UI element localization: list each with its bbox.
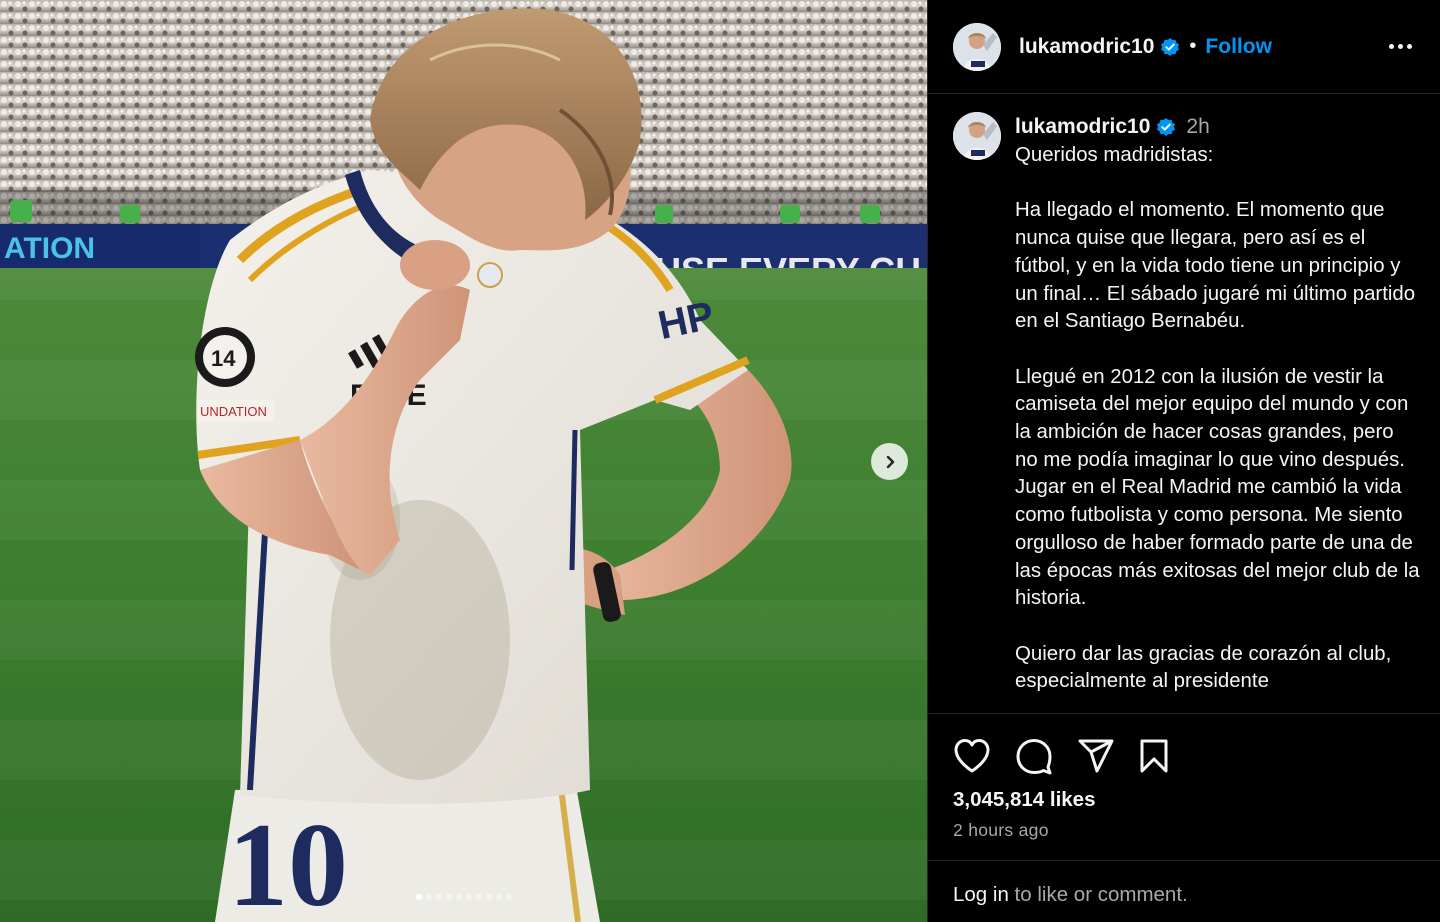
carousel-dot xyxy=(475,894,482,900)
verified-badge-icon xyxy=(1156,117,1176,137)
post-side-panel: lukamodric10 • Follow lukamodric10 2h Qu… xyxy=(927,0,1440,922)
login-prompt: Log in to like or comment. xyxy=(928,860,1440,922)
caption-body: lukamodric10 2h Queridos madridistas: Ha… xyxy=(1015,112,1420,696)
post-header: lukamodric10 • Follow xyxy=(928,0,1440,94)
post-photo: ATION USE EVERY CH 10 xyxy=(0,0,927,922)
instagram-post: ATION USE EVERY CH 10 xyxy=(0,0,1440,922)
more-options-button[interactable] xyxy=(1383,38,1418,55)
carousel-dot xyxy=(445,894,452,900)
next-slide-button[interactable] xyxy=(871,443,908,480)
like-button[interactable] xyxy=(953,738,991,774)
carousel-dot xyxy=(505,894,512,900)
carousel-dot xyxy=(495,894,502,900)
comment-button[interactable] xyxy=(1015,737,1053,775)
carousel-dot xyxy=(455,894,462,900)
chevron-right-icon xyxy=(886,455,894,468)
caption: lukamodric10 2h Queridos madridistas: Ha… xyxy=(928,94,1440,696)
caption-username[interactable]: lukamodric10 xyxy=(1015,115,1150,139)
heart-icon xyxy=(954,739,990,773)
carousel-dot xyxy=(485,894,492,900)
carousel-dot xyxy=(435,894,442,900)
post-time[interactable]: 2 hours ago xyxy=(953,820,1049,841)
header-username[interactable]: lukamodric10 xyxy=(1019,35,1154,59)
share-button[interactable] xyxy=(1077,738,1115,774)
caption-timestamp[interactable]: 2h xyxy=(1186,115,1209,139)
save-button[interactable] xyxy=(1139,738,1169,774)
svg-text:14: 14 xyxy=(211,346,236,371)
carousel-indicator xyxy=(0,894,927,900)
verified-badge-icon xyxy=(1160,37,1180,57)
caption-scroll-area[interactable]: lukamodric10 2h Queridos madridistas: Ha… xyxy=(928,94,1440,714)
bookmark-icon xyxy=(1140,739,1168,773)
svg-text:ATION: ATION xyxy=(4,232,95,265)
post-media[interactable]: ATION USE EVERY CH 10 xyxy=(0,0,927,922)
separator-dot: • xyxy=(1189,35,1197,57)
like-count[interactable]: 3,045,814 likes xyxy=(953,788,1096,812)
profile-photo xyxy=(953,22,1001,71)
svg-text:10: 10 xyxy=(228,798,348,922)
login-prompt-text: to like or comment. xyxy=(1008,883,1188,906)
svg-text:UNDATION: UNDATION xyxy=(200,404,267,419)
more-horizontal-icon xyxy=(1389,44,1394,49)
avatar[interactable] xyxy=(953,22,1001,71)
action-bar xyxy=(928,736,1440,776)
carousel-dot xyxy=(425,894,432,900)
more-dot xyxy=(1398,44,1403,49)
login-link[interactable]: Log in xyxy=(953,883,1009,906)
carousel-dot xyxy=(465,894,472,900)
profile-photo xyxy=(953,112,1001,160)
carousel-dot xyxy=(415,894,422,900)
more-dot xyxy=(1407,44,1412,49)
caption-avatar[interactable] xyxy=(953,112,1001,160)
follow-button[interactable]: Follow xyxy=(1205,35,1272,59)
comment-icon xyxy=(1016,739,1052,775)
caption-header: lukamodric10 2h xyxy=(1015,112,1420,142)
send-icon xyxy=(1078,739,1114,773)
caption-text: Queridos madridistas: Ha llegado el mome… xyxy=(1015,144,1420,693)
